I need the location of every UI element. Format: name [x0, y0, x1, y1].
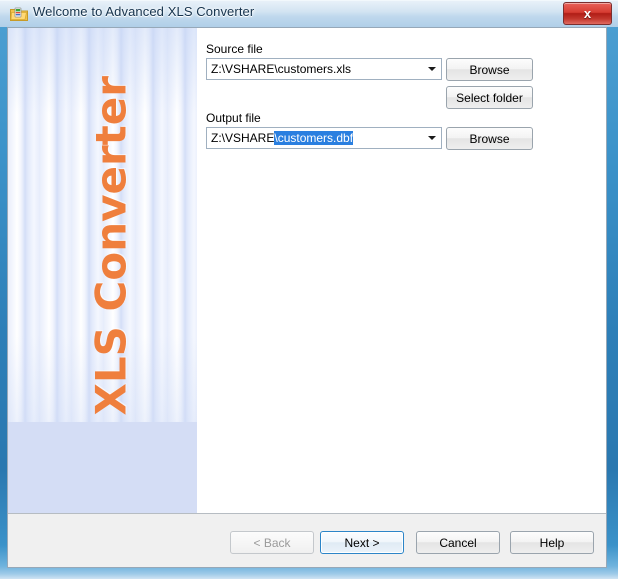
dialog-client-area: XLS Converter Source file Z:\VSHARE\cust…	[7, 27, 607, 568]
output-file-combobox[interactable]: Z:\VSHARE\customers.dbf	[206, 127, 442, 149]
close-button[interactable]: x	[563, 2, 612, 25]
title-bar[interactable]: Welcome to Advanced XLS Converter x	[0, 0, 618, 27]
next-button[interactable]: Next >	[320, 531, 404, 554]
close-icon: x	[583, 6, 592, 21]
source-file-label: Source file	[206, 42, 263, 56]
wizard-banner: XLS Converter	[8, 28, 197, 513]
application-window: Welcome to Advanced XLS Converter x XLS …	[0, 0, 618, 579]
banner-stripe-pattern	[8, 28, 197, 422]
output-file-label: Output file	[206, 111, 261, 125]
banner-solid-panel	[8, 422, 197, 513]
folder-xls-icon	[10, 6, 28, 22]
back-button[interactable]: < Back	[230, 531, 314, 554]
wizard-form-area: Source file Z:\VSHARE\customers.xls Brow…	[197, 28, 606, 513]
window-title: Welcome to Advanced XLS Converter	[33, 4, 255, 19]
output-path-prefix: Z:\VSHARE	[211, 131, 275, 145]
output-path-selected-text: \customers.dbf	[274, 131, 354, 145]
output-file-input[interactable]: Z:\VSHARE\customers.dbf	[207, 128, 423, 148]
output-browse-button[interactable]: Browse	[446, 127, 533, 150]
source-dropdown-arrow-icon[interactable]	[423, 59, 441, 79]
cancel-button[interactable]: Cancel	[416, 531, 500, 554]
select-folder-button[interactable]: Select folder	[446, 86, 533, 109]
source-file-input[interactable]: Z:\VSHARE\customers.xls	[207, 59, 423, 79]
output-dropdown-arrow-icon[interactable]	[423, 128, 441, 148]
help-button[interactable]: Help	[510, 531, 594, 554]
source-file-combobox[interactable]: Z:\VSHARE\customers.xls	[206, 58, 442, 80]
source-browse-button[interactable]: Browse	[446, 58, 533, 81]
dialog-footer: < Back Next > Cancel Help	[8, 513, 606, 567]
